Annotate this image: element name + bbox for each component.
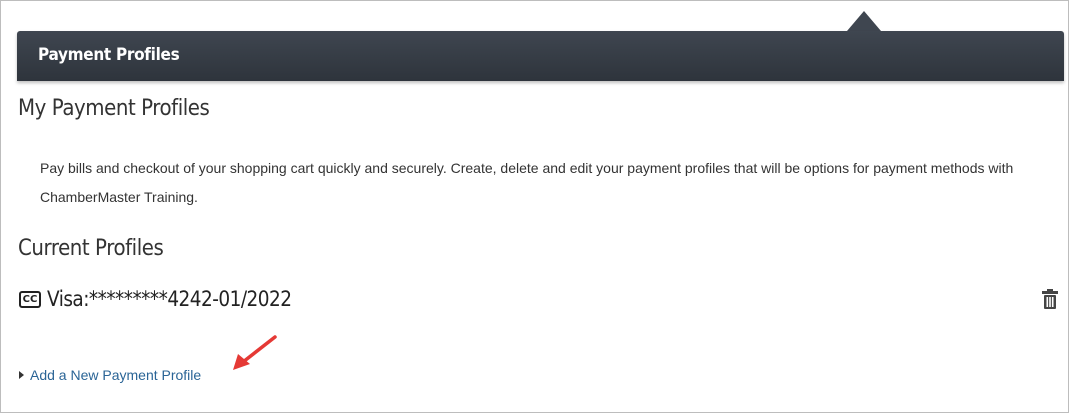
current-profiles-heading: Current Profiles (18, 236, 164, 261)
description-text: Pay bills and checkout of your shopping … (40, 160, 1014, 205)
panel-header: Payment Profiles (17, 31, 1064, 81)
panel-header-title: Payment Profiles (38, 45, 180, 65)
profile-label: Visa:*********4242-01/2022 (47, 287, 292, 311)
profile-item: CC Visa:*********4242-01/2022 (19, 285, 325, 313)
page-frame: Payment Profiles My Payment Profiles Pay… (0, 0, 1069, 413)
trash-icon[interactable] (1041, 288, 1059, 310)
add-payment-profile-link[interactable]: Add a New Payment Profile (19, 367, 201, 383)
annotation-arrow-icon (233, 335, 277, 370)
header-notch (847, 11, 881, 31)
cc-icon: CC (19, 290, 41, 308)
add-payment-profile-label: Add a New Payment Profile (30, 367, 202, 383)
page-title: My Payment Profiles (18, 96, 210, 121)
caret-right-icon (19, 371, 24, 379)
